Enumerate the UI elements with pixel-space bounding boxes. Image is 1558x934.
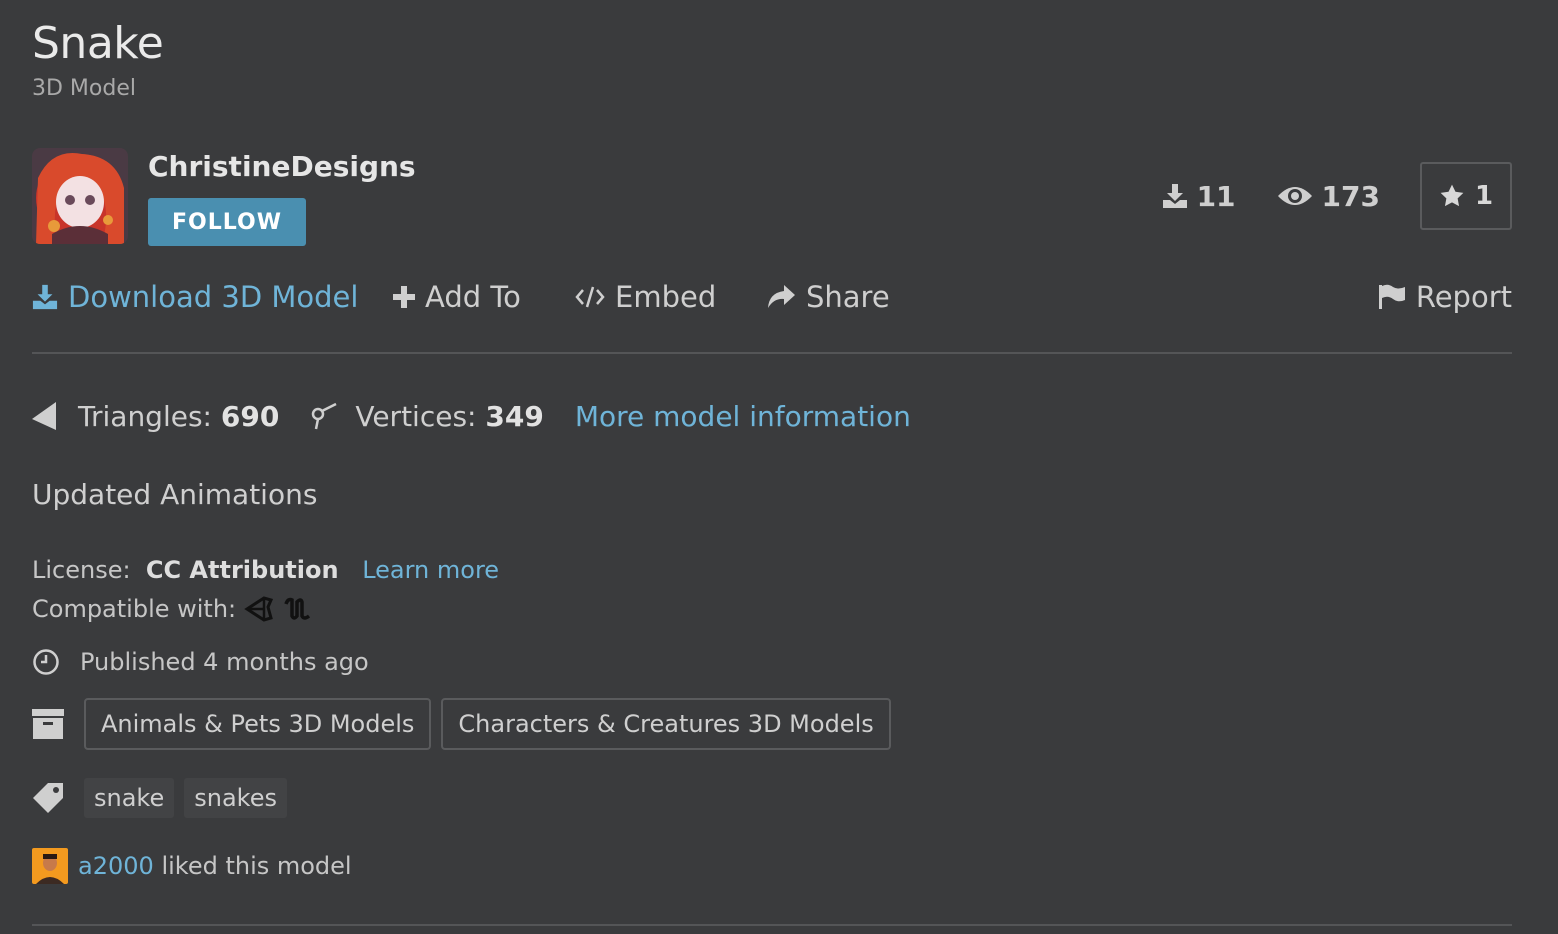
- download-model-label: Download 3D Model: [68, 280, 359, 314]
- view-count-value: 173: [1321, 179, 1380, 213]
- report-button[interactable]: Report: [1378, 280, 1512, 314]
- vertices-label: Vertices:: [355, 399, 477, 433]
- plus-icon: [393, 286, 415, 308]
- triangles-label: Triangles:: [78, 399, 212, 433]
- download-model-button[interactable]: Download 3D Model: [32, 280, 358, 314]
- author-avatar[interactable]: [32, 148, 128, 244]
- license-value[interactable]: CC Attribution: [146, 556, 339, 584]
- download-icon: [1162, 184, 1187, 208]
- model-specs: Triangles: 690 Vertices: 349 More model …: [32, 396, 911, 436]
- liked-by-username[interactable]: a2000: [78, 852, 154, 880]
- category-pill[interactable]: Characters & Creatures 3D Models: [441, 698, 891, 750]
- divider: [32, 352, 1512, 354]
- add-to-button[interactable]: Add To: [393, 280, 521, 314]
- divider: [32, 924, 1512, 926]
- add-to-label: Add To: [425, 280, 521, 314]
- code-icon: [575, 286, 605, 308]
- model-stats: 11 173 1: [1161, 162, 1512, 230]
- published-row: Published 4 months ago: [32, 648, 369, 676]
- archive-icon: [32, 709, 64, 739]
- liked-by-text: liked this model: [161, 852, 352, 880]
- vertices-value: 349: [485, 399, 544, 433]
- view-count: 173: [1276, 180, 1380, 213]
- more-info-link[interactable]: More model information: [575, 400, 911, 433]
- tag-icon: [33, 783, 63, 813]
- liked-by-row: a2000 liked this model: [32, 848, 352, 884]
- page-subtitle: 3D Model: [32, 76, 136, 101]
- star-icon: [1440, 184, 1464, 207]
- download-count: 11: [1161, 180, 1236, 213]
- download-icon: [32, 284, 58, 310]
- share-button[interactable]: Share: [766, 280, 890, 314]
- flag-icon: [1378, 284, 1405, 309]
- unity-icon[interactable]: [244, 594, 274, 624]
- clock-icon: [33, 649, 59, 675]
- unreal-icon[interactable]: [282, 594, 312, 624]
- compatibility-row: Compatible with:: [32, 594, 312, 624]
- author-name[interactable]: ChristineDesigns: [148, 150, 416, 183]
- embed-button[interactable]: Embed: [575, 280, 716, 314]
- triangle-icon: [32, 402, 56, 430]
- triangles-value: 690: [220, 399, 280, 433]
- model-description: Updated Animations: [32, 478, 318, 511]
- license-label: License:: [32, 556, 131, 584]
- tags-row: snake snakes: [32, 778, 297, 818]
- categories-row: Animals & Pets 3D Models Characters & Cr…: [32, 698, 901, 750]
- compatible-label: Compatible with:: [32, 595, 237, 623]
- page-title: Snake: [32, 18, 164, 69]
- tag-pill[interactable]: snake: [84, 778, 175, 818]
- share-icon: [768, 285, 795, 308]
- author-section: ChristineDesigns FOLLOW 11 173 1: [32, 148, 1512, 246]
- report-label: Report: [1415, 280, 1512, 314]
- like-button[interactable]: 1: [1420, 162, 1512, 230]
- category-pill[interactable]: Animals & Pets 3D Models: [84, 698, 432, 750]
- download-count-value: 11: [1196, 179, 1236, 213]
- user-avatar[interactable]: [32, 848, 68, 884]
- eye-icon: [1277, 187, 1312, 205]
- action-bar: Download 3D Model Add To Embed Share Rep…: [32, 280, 1512, 322]
- follow-button[interactable]: FOLLOW: [148, 198, 306, 246]
- tag-pill[interactable]: snakes: [184, 778, 287, 818]
- license-row: License: CC Attribution Learn more: [32, 556, 499, 584]
- embed-label: Embed: [615, 280, 717, 314]
- share-label: Share: [806, 280, 890, 314]
- published-date: Published 4 months ago: [80, 648, 369, 676]
- learn-more-link[interactable]: Learn more: [362, 556, 499, 584]
- like-count: 1: [1474, 181, 1494, 211]
- vertex-icon: [312, 402, 337, 430]
